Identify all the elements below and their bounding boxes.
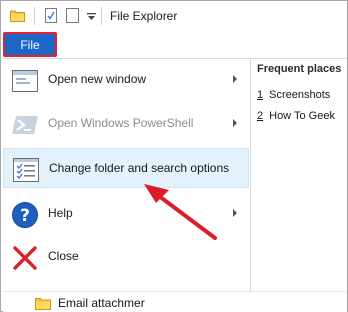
menu-item-label: Open new window xyxy=(48,72,147,86)
submenu-arrow-icon xyxy=(233,119,237,127)
menu-item-open-powershell[interactable]: Open Windows PowerShell xyxy=(3,104,249,144)
toolbar-separator xyxy=(101,7,102,25)
frequent-place-label: Screenshots xyxy=(269,89,331,101)
options-list-icon xyxy=(13,158,39,182)
file-list-item-label: Email attachmer xyxy=(58,296,145,310)
help-icon: ? xyxy=(12,202,38,228)
new-item-icon[interactable] xyxy=(66,8,79,23)
frequent-place-number: 2 xyxy=(257,110,264,122)
frequent-place-label: How To Geek xyxy=(269,110,335,122)
frequent-place-number: 1 xyxy=(257,89,264,101)
menu-item-label: Open Windows PowerShell xyxy=(48,116,194,130)
svg-text:?: ? xyxy=(20,206,30,226)
file-menu-commands: Open new window Open Windows PowerShell xyxy=(3,59,249,292)
properties-icon[interactable] xyxy=(45,8,57,23)
window-icon xyxy=(12,70,38,92)
title-bar: File Explorer xyxy=(1,1,347,32)
menu-item-help[interactable]: ? Help xyxy=(3,194,249,234)
menu-item-close[interactable]: Close xyxy=(3,237,249,277)
frequent-place-item[interactable]: 1 Screenshots xyxy=(257,89,330,101)
menu-item-label: Help xyxy=(48,206,73,220)
file-explorer-window: File Explorer File Open new window Open … xyxy=(0,0,348,312)
frequent-places-header: Frequent places xyxy=(257,63,342,75)
customize-toolbar-dropdown-icon[interactable] xyxy=(87,12,96,21)
file-list-row[interactable]: Email attachmer xyxy=(3,291,347,312)
file-tab-label: File xyxy=(20,38,40,52)
frequent-place-item[interactable]: 2 How To Geek xyxy=(257,110,335,122)
folder-icon[interactable] xyxy=(10,9,25,22)
file-tab[interactable]: File xyxy=(3,32,57,57)
close-icon xyxy=(13,246,37,270)
window-title: File Explorer xyxy=(110,9,178,23)
file-menu: Open new window Open Windows PowerShell xyxy=(3,58,347,292)
folder-icon xyxy=(35,298,51,310)
toolbar-separator xyxy=(34,7,35,25)
menu-item-label: Close xyxy=(48,249,79,263)
menu-item-label: Change folder and search options xyxy=(49,161,230,175)
menu-item-open-new-window[interactable]: Open new window xyxy=(3,60,249,100)
submenu-arrow-icon xyxy=(233,209,237,217)
powershell-icon xyxy=(12,116,38,134)
menu-item-change-folder-options[interactable]: Change folder and search options xyxy=(3,148,249,188)
submenu-arrow-icon xyxy=(233,75,237,83)
menu-divider xyxy=(250,59,251,292)
